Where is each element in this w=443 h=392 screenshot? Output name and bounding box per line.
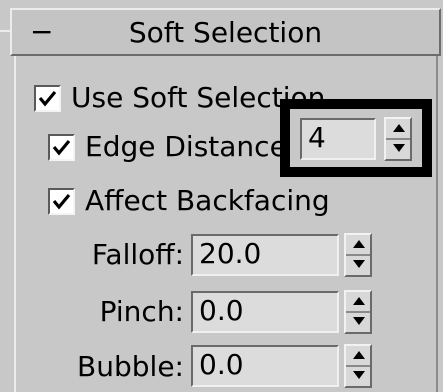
affect-backfacing-label: Affect Backfacing xyxy=(85,184,330,217)
falloff-label: Falloff: xyxy=(91,238,184,271)
spin-down-icon[interactable] xyxy=(393,144,405,152)
panel-right-border xyxy=(436,56,438,392)
use-soft-selection-row: Use Soft Selection xyxy=(34,81,325,115)
bubble-spinner[interactable] xyxy=(344,344,372,388)
check-icon xyxy=(52,139,71,155)
check-icon xyxy=(52,193,71,209)
use-soft-selection-checkbox[interactable] xyxy=(34,84,61,112)
rollout-header-soft-selection[interactable]: − Soft Selection xyxy=(10,8,441,56)
edge-distance-checkbox[interactable] xyxy=(48,133,75,161)
edge-distance-label: Edge Distance xyxy=(85,130,287,163)
rollout-title: Soft Selection xyxy=(128,16,323,49)
affect-backfacing-row: Affect Backfacing xyxy=(48,184,330,218)
pinch-label: Pinch: xyxy=(99,295,184,328)
affect-backfacing-checkbox[interactable] xyxy=(48,187,75,215)
pinch-spinner[interactable] xyxy=(344,290,372,334)
falloff-spinner[interactable] xyxy=(344,233,372,277)
panel-left-border xyxy=(14,56,16,392)
bubble-input[interactable]: 0.0 xyxy=(191,345,339,387)
bubble-label: Bubble: xyxy=(77,350,184,383)
spin-down-icon[interactable] xyxy=(353,260,365,268)
spinner-divider xyxy=(346,254,370,256)
edge-distance-input[interactable]: 4 xyxy=(300,118,376,160)
edge-distance-row: Edge Distance xyxy=(48,130,287,164)
spin-down-icon[interactable] xyxy=(353,371,365,379)
spin-up-icon[interactable] xyxy=(353,351,365,359)
spin-up-icon[interactable] xyxy=(353,297,365,305)
spin-up-icon[interactable] xyxy=(393,124,405,132)
panel-left-stub xyxy=(0,30,10,32)
spinner-divider xyxy=(346,365,370,367)
use-soft-selection-label: Use Soft Selection xyxy=(71,81,326,114)
pinch-input[interactable]: 0.0 xyxy=(191,291,339,333)
spinner-divider xyxy=(346,311,370,313)
edge-distance-spinner[interactable] xyxy=(384,117,412,161)
spin-up-icon[interactable] xyxy=(353,240,365,248)
spin-down-icon[interactable] xyxy=(353,317,365,325)
spinner-divider xyxy=(386,138,410,140)
falloff-input[interactable]: 20.0 xyxy=(191,234,339,276)
check-icon xyxy=(38,90,57,106)
